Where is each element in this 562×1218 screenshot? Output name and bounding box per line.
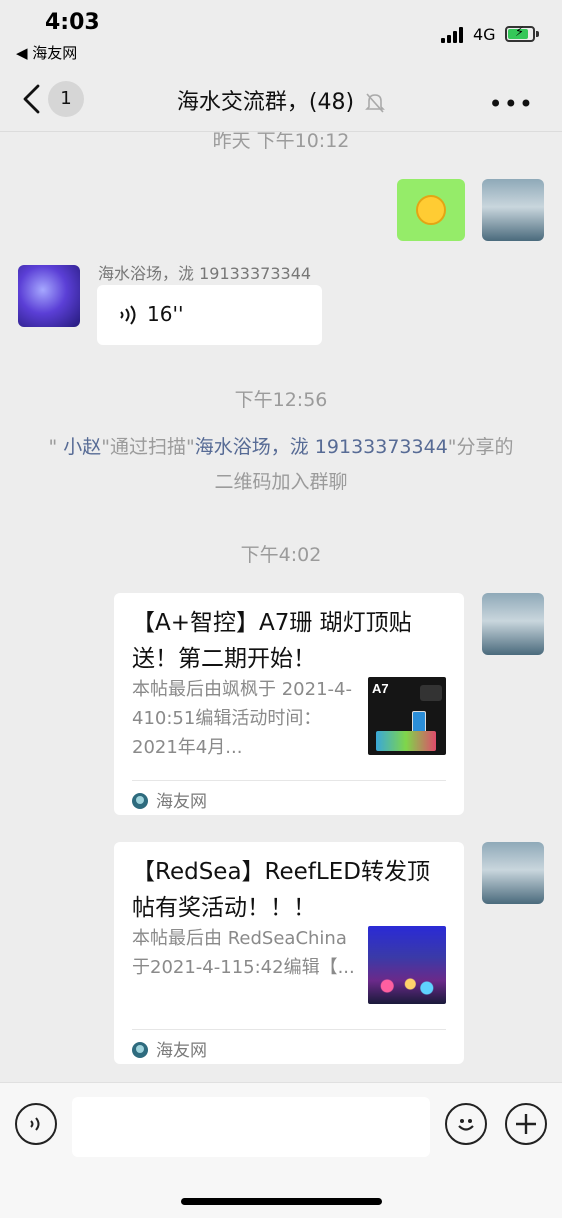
link-card[interactable]: 【A+智控】A7珊 瑚灯顶贴送！第二期开始！ 本帖最后由飒枫于 2021-4-4… — [114, 593, 464, 815]
inviter-link[interactable]: 小赵 — [63, 436, 101, 458]
thumb-label: A7 — [372, 681, 389, 696]
voice-wave-icon — [120, 305, 136, 325]
chat-title: 海水交流群，(48) — [176, 90, 355, 115]
system-join-notice: " 小赵"通过扫描"海水浴场，泷 19133373344"分享的二维码加入群聊 — [48, 436, 514, 493]
plus-icon[interactable] — [505, 1103, 547, 1145]
voice-input-icon[interactable] — [15, 1103, 57, 1145]
sticker-message[interactable] — [397, 179, 465, 241]
more-dots-icon[interactable]: ••• — [489, 90, 534, 118]
status-time: 4:03 — [45, 10, 100, 35]
card-title: 【RedSea】ReefLED转发顶帖有奖活动！！！ — [132, 859, 430, 921]
chat-header: 1 海水交流群，(48) ••• — [0, 68, 562, 132]
network-type: 4G — [473, 25, 496, 44]
card-description: 本帖最后由飒枫于 2021-4-410:51编辑活动时间：2021年4月... — [132, 679, 352, 758]
voice-duration: 16'' — [147, 302, 184, 326]
laughing-emoji-icon — [416, 195, 446, 225]
card-thumbnail: A7 — [368, 677, 446, 755]
emoji-icon[interactable] — [445, 1103, 487, 1145]
bell-muted-icon — [365, 93, 386, 113]
signal-icon — [441, 27, 465, 43]
avatar-self[interactable] — [482, 842, 544, 904]
sender-name: 海水浴场，泷 19133373344 — [98, 264, 312, 283]
avatar-self[interactable] — [482, 179, 544, 241]
home-indicator[interactable] — [181, 1198, 382, 1205]
battery-tip — [536, 31, 539, 37]
link-card[interactable]: 【RedSea】ReefLED转发顶帖有奖活动！！！ 本帖最后由 RedSeaC… — [114, 842, 464, 1064]
voice-message[interactable]: 16'' — [97, 285, 322, 345]
card-description: 本帖最后由 RedSeaChina于2021-4-115:42编辑【... — [132, 928, 355, 978]
battery-charging-icon: ⚡ — [505, 25, 535, 42]
divider — [132, 1029, 446, 1030]
timestamp: 下午4:02 — [240, 544, 322, 566]
status-bar: 4:03 ◀ 海友网 4G ⚡ — [0, 0, 562, 68]
avatar-self[interactable] — [482, 593, 544, 655]
scanned-user-link[interactable]: 海水浴场，泷 19133373344 — [195, 436, 448, 458]
card-source: 海友网 — [132, 1036, 207, 1061]
card-source: 海友网 — [132, 787, 207, 812]
card-thumbnail — [368, 926, 446, 1004]
timestamp: 昨天 下午10:12 — [212, 132, 350, 152]
message-input[interactable] — [72, 1097, 430, 1157]
source-logo-icon — [132, 1042, 148, 1058]
card-title: 【A+智控】A7珊 瑚灯顶贴送！第二期开始！ — [132, 610, 412, 672]
timestamp: 下午12:56 — [234, 389, 328, 411]
avatar-sender[interactable] — [18, 265, 80, 327]
back-to-app-link[interactable]: ◀ 海友网 — [16, 42, 77, 63]
message-list[interactable]: 昨天 下午10:12 海水浴场，泷 19133373344 16'' 下午12:… — [0, 132, 562, 1082]
source-logo-icon — [132, 793, 148, 809]
chat-title-wrap: 海水交流群，(48) — [0, 84, 562, 116]
divider — [132, 780, 446, 781]
